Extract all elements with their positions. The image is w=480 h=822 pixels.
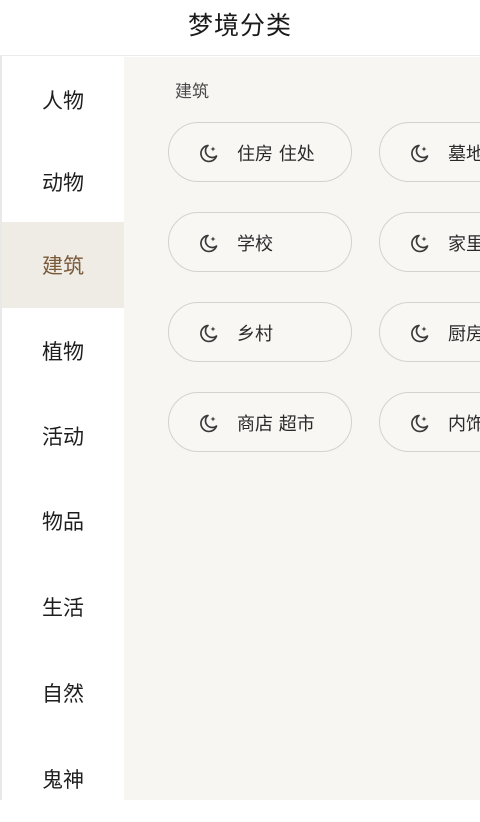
chip-label: 住房 住处 (237, 144, 315, 165)
moon-star-icon (200, 144, 218, 163)
category-content: 建筑 住房 住处 墓地 学校 家里 乡村 厨房 商店 超市 内饰 (124, 57, 480, 800)
sidebar-item-label: 植物 (42, 340, 84, 364)
sidebar-item-label: 自然 (42, 682, 84, 706)
sidebar-item-buildings[interactable]: 建筑 (2, 222, 124, 308)
page-title: 梦境分类 (187, 11, 292, 40)
chip-label: 家里 (448, 234, 480, 255)
chip-school[interactable]: 学校 (168, 212, 352, 272)
category-sidebar: 人物 动物 建筑 植物 活动 物品 生活 自然 鬼神 (2, 57, 124, 800)
app-header: 梦境分类 (0, 0, 480, 56)
sidebar-item-life[interactable]: 生活 (2, 564, 124, 650)
moon-star-icon (200, 324, 218, 343)
sidebar-item-label: 活动 (42, 425, 84, 449)
sidebar-item-label: 生活 (42, 596, 84, 620)
sidebar-item-label: 鬼神 (42, 768, 84, 792)
moon-star-icon (411, 324, 429, 343)
sidebar-item-spirits[interactable]: 鬼神 (2, 736, 124, 822)
sidebar-item-plants[interactable]: 植物 (2, 308, 124, 394)
chip-home[interactable]: 家里 (379, 212, 480, 272)
moon-star-icon (411, 144, 429, 163)
chip-cemetery[interactable]: 墓地 (379, 122, 480, 182)
chip-label: 墓地 (448, 144, 480, 165)
chip-label: 厨房 (448, 324, 480, 345)
chip-village[interactable]: 乡村 (168, 302, 352, 362)
sidebar-item-people[interactable]: 人物 (2, 57, 124, 143)
sidebar-item-nature[interactable]: 自然 (2, 650, 124, 736)
chip-label: 商店 超市 (237, 414, 315, 435)
chip-kitchen[interactable]: 厨房 (379, 302, 480, 362)
chip-label: 乡村 (237, 324, 273, 345)
sidebar-item-label: 动物 (42, 171, 84, 195)
sidebar-item-objects[interactable]: 物品 (2, 478, 124, 564)
chip-shop[interactable]: 商店 超市 (168, 392, 352, 452)
chip-label: 学校 (237, 234, 273, 255)
chip-interior[interactable]: 内饰 (379, 392, 480, 452)
section-title: 建筑 (175, 82, 209, 102)
moon-star-icon (200, 414, 218, 433)
sidebar-item-label: 建筑 (42, 254, 84, 278)
chip-housing[interactable]: 住房 住处 (168, 122, 352, 182)
sidebar-item-label: 物品 (42, 510, 84, 534)
chip-label: 内饰 (448, 414, 480, 435)
sidebar-item-animals[interactable]: 动物 (2, 139, 124, 225)
sidebar-item-activities[interactable]: 活动 (2, 393, 124, 479)
moon-star-icon (411, 414, 429, 433)
moon-star-icon (411, 234, 429, 253)
moon-star-icon (200, 234, 218, 253)
sidebar-item-label: 人物 (42, 89, 84, 113)
